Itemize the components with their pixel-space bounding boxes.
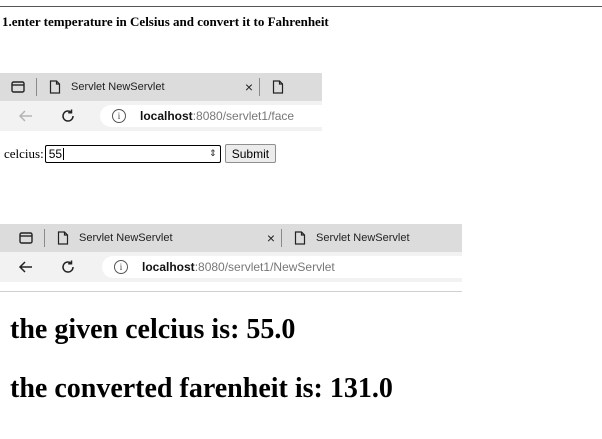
tab-servlet-newservlet[interactable]: Servlet NewServlet × [43,75,253,99]
tab-bar: Servlet NewServlet × [0,73,322,101]
browser-window-form: Servlet NewServlet × i localhost:8080/se… [0,73,322,131]
url-field[interactable]: i localhost:8080/servlet1/NewServlet [102,256,462,278]
url-field[interactable]: i localhost:8080/servlet1/face [100,105,322,127]
close-tab-icon[interactable]: × [267,230,275,246]
tab-title: Servlet NewServlet [79,232,173,244]
question-heading: 1.enter temperature in Celsius and conve… [2,14,329,29]
close-tab-icon[interactable]: × [245,79,253,95]
url-path: :8080/servlet1/NewServlet [194,260,335,274]
submit-button[interactable]: Submit [224,144,277,163]
celcius-label: celcius: [4,145,44,161]
reload-icon[interactable] [56,255,80,279]
tab-servlet-newservlet[interactable]: Servlet NewServlet × [51,226,275,250]
address-bar: i localhost:8080/servlet1/face [0,101,322,131]
tab-separator [44,229,45,247]
tab-separator [281,229,282,247]
celcius-value: 55 [48,146,63,161]
browser-window-result: Servlet NewServlet × Servlet NewServlet … [0,224,462,282]
info-icon[interactable]: i [112,109,126,123]
tab-separator [259,78,260,96]
info-icon[interactable]: i [114,260,128,274]
tab-actions-icon[interactable] [14,226,38,250]
text-cursor [63,148,65,161]
spinner-icon[interactable]: ⇕ [209,149,217,158]
back-arrow-icon[interactable] [14,104,38,128]
celcius-result: the given celcius is: 55.0 [10,314,296,345]
farenheit-result: the converted farenheit is: 131.0 [10,373,393,404]
tab-actions-icon[interactable] [6,75,30,99]
tab-servlet-newservlet-2[interactable]: Servlet NewServlet [288,226,410,250]
page-icon[interactable] [266,75,290,99]
tab-title: Servlet NewServlet [71,81,165,93]
page-icon [288,226,312,250]
tab-title: Servlet NewServlet [316,232,410,244]
tab-separator [36,78,37,96]
page-icon [43,75,67,99]
tab-bar: Servlet NewServlet × Servlet NewServlet [0,224,462,252]
celsius-form: celcius: 55 ⇕ Submit [4,144,277,163]
back-arrow-icon[interactable] [14,255,38,279]
celcius-input[interactable]: 55 ⇕ [44,144,221,163]
url-host: localhost [142,260,195,274]
reload-icon[interactable] [56,104,80,128]
page-icon [51,226,75,250]
address-bar: i localhost:8080/servlet1/NewServlet [0,252,462,282]
url-path: :8080/servlet1/face [192,109,295,123]
top-rule [0,6,602,7]
divider [0,291,462,292]
url-host: localhost [140,109,193,123]
